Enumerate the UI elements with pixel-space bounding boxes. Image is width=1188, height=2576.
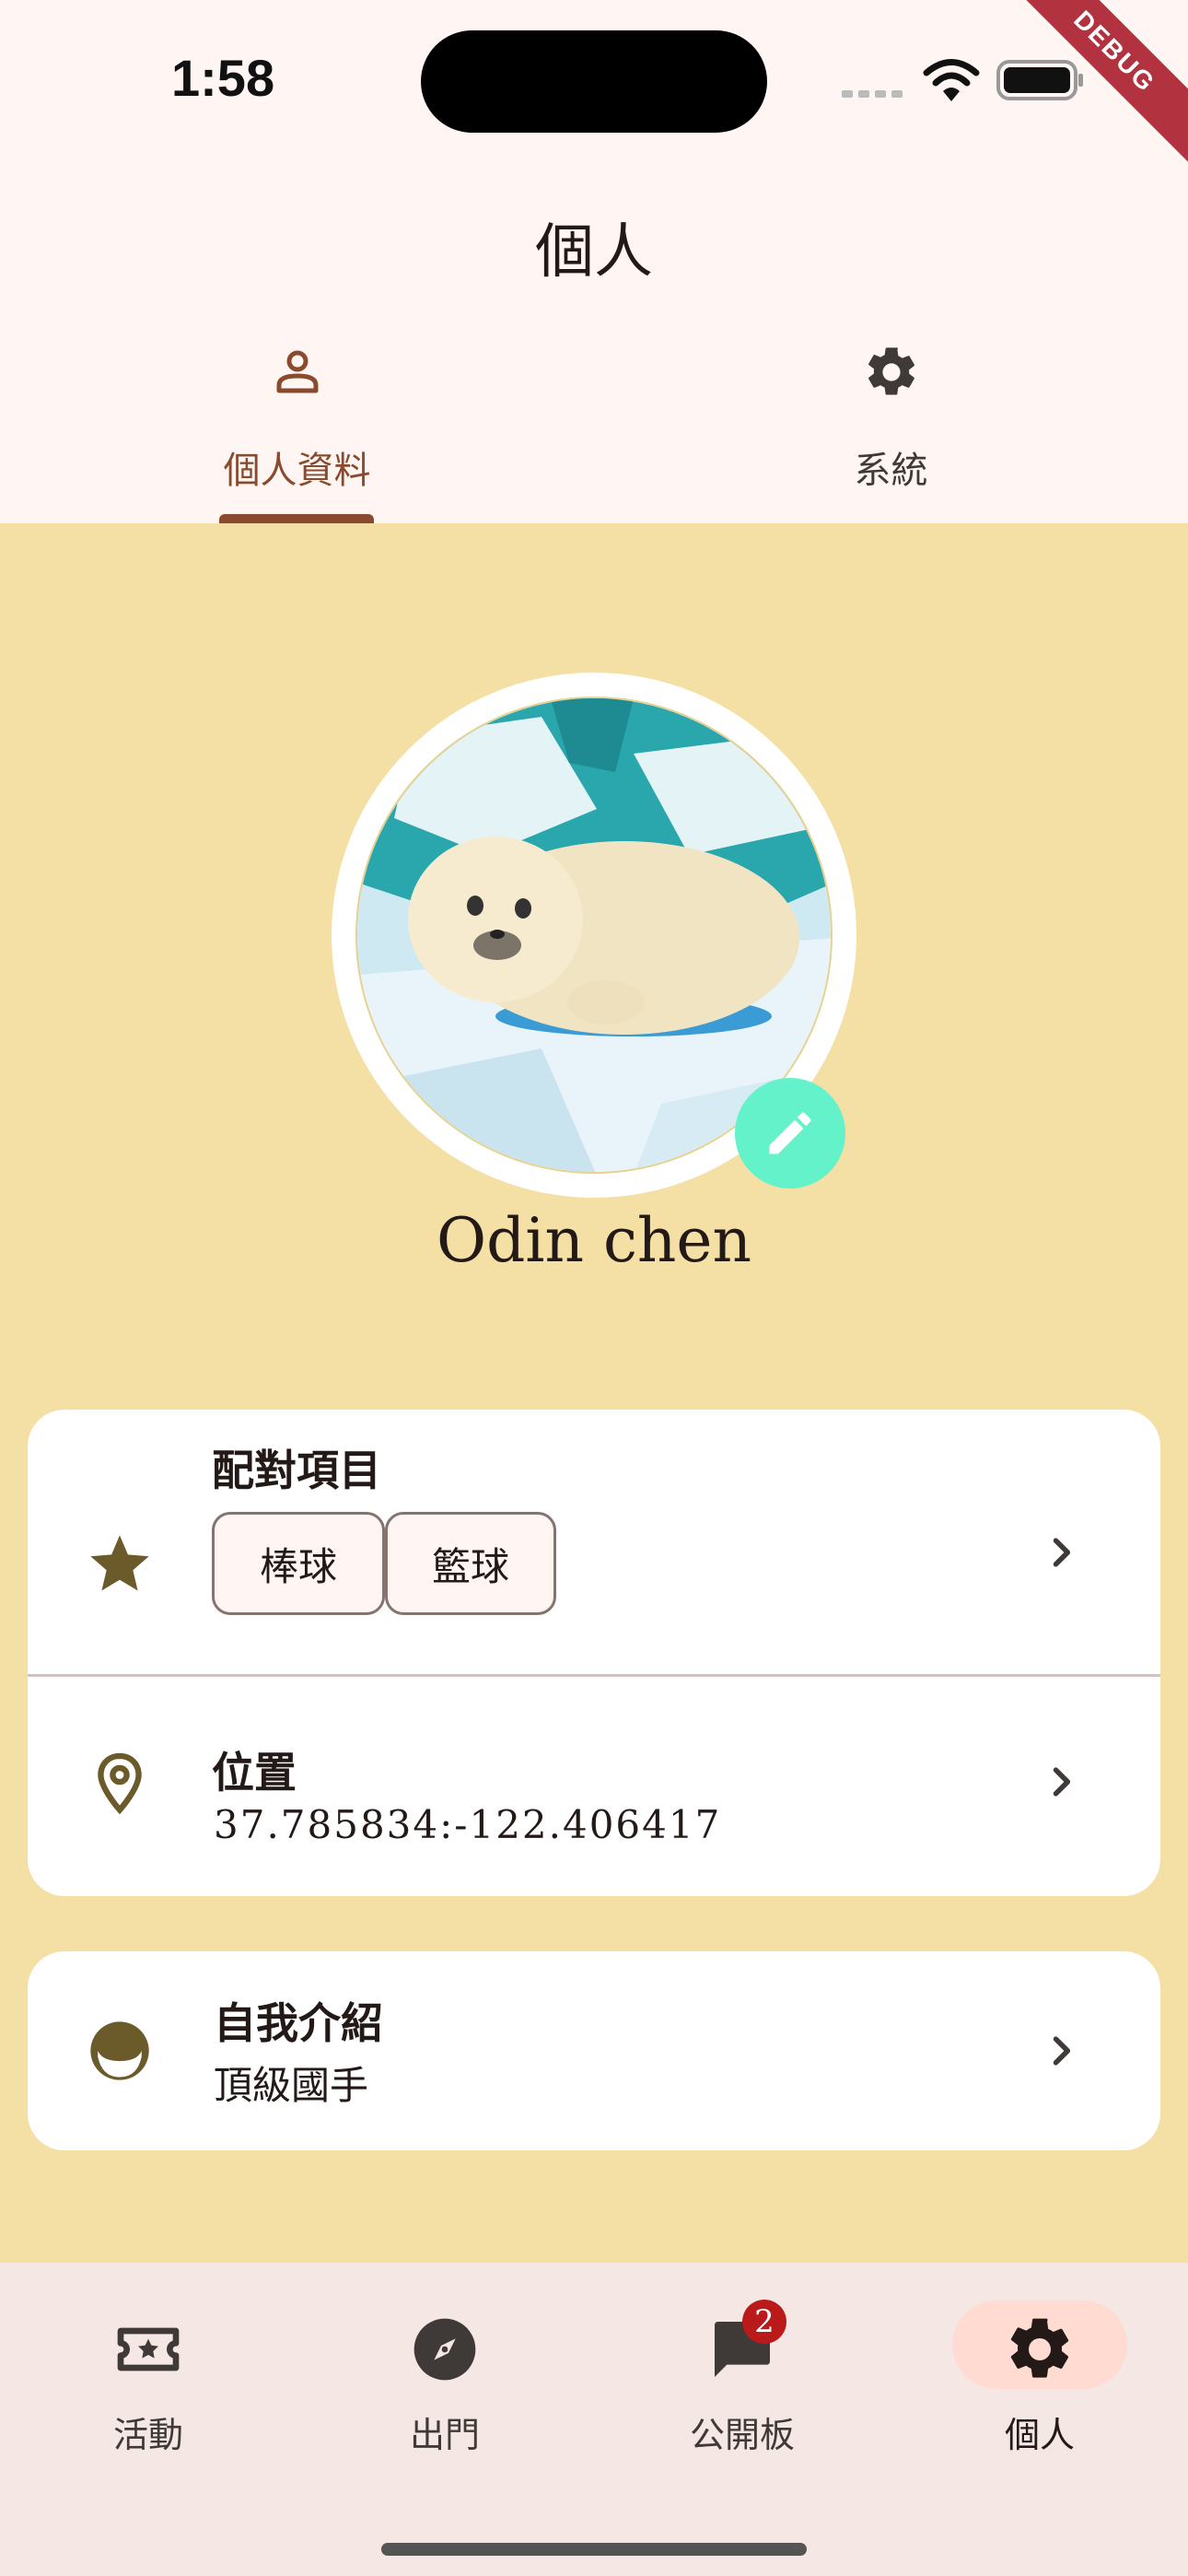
nav-item-outing[interactable]: 出門 bbox=[297, 2294, 593, 2460]
nav-label-profile: 個人 bbox=[1004, 2415, 1075, 2455]
compass-icon bbox=[413, 2318, 476, 2381]
ticket-star-icon bbox=[117, 2327, 180, 2371]
dynamic-island bbox=[421, 30, 767, 133]
tab-system-label: 系統 bbox=[854, 450, 928, 492]
tab-profile[interactable]: 個人資料 bbox=[0, 343, 594, 522]
intro-card[interactable]: 自我介紹 頂級國手 bbox=[28, 1951, 1160, 2150]
location-row[interactable]: 位置 37.785834:-122.406417 bbox=[28, 1677, 1160, 1896]
cellular-signal-icon bbox=[842, 90, 903, 98]
location-value: 37.785834:-122.406417 bbox=[214, 1802, 722, 1847]
person-icon bbox=[276, 350, 318, 393]
chip-basketball[interactable]: 籃球 bbox=[385, 1512, 556, 1615]
tab-profile-label: 個人資料 bbox=[223, 450, 371, 492]
gear-icon bbox=[1010, 2318, 1069, 2378]
chevron-right-icon bbox=[1053, 1538, 1071, 1567]
chip-baseball[interactable]: 棒球 bbox=[212, 1512, 385, 1615]
page-title: 個人 bbox=[535, 218, 653, 287]
match-items-title: 配對項目 bbox=[212, 1446, 381, 1495]
location-pin-icon bbox=[98, 1752, 142, 1815]
nav-label-board: 公開板 bbox=[689, 2415, 795, 2455]
gear-icon bbox=[868, 347, 914, 395]
location-title: 位置 bbox=[212, 1748, 297, 1797]
intro-value: 頂級國手 bbox=[214, 2063, 369, 2108]
nav-item-activities[interactable]: 活動 bbox=[0, 2294, 297, 2460]
intro-title: 自我介紹 bbox=[214, 1998, 383, 2048]
chevron-right-icon bbox=[1053, 1767, 1071, 1797]
chevron-right-icon bbox=[1053, 2036, 1071, 2066]
profile-name: Odin chen bbox=[437, 1205, 751, 1276]
face-icon bbox=[90, 2021, 149, 2080]
edit-avatar-button[interactable] bbox=[735, 1078, 845, 1188]
home-indicator[interactable] bbox=[381, 2543, 807, 2556]
tab-system[interactable]: 系統 bbox=[594, 343, 1188, 522]
tab-indicator bbox=[219, 514, 374, 523]
status-time: 1:58 bbox=[171, 49, 275, 107]
notification-badge: 2 bbox=[742, 2300, 786, 2344]
star-icon bbox=[90, 1535, 149, 1591]
wifi-icon bbox=[923, 59, 980, 101]
match-items-row[interactable]: 配對項目 bbox=[28, 1410, 1160, 1674]
pencil-icon bbox=[769, 1112, 811, 1154]
nav-item-profile[interactable]: 個人 bbox=[891, 2294, 1188, 2460]
nav-label-outing: 出門 bbox=[409, 2415, 480, 2455]
battery-icon bbox=[996, 60, 1083, 100]
nav-label-activities: 活動 bbox=[112, 2415, 183, 2455]
